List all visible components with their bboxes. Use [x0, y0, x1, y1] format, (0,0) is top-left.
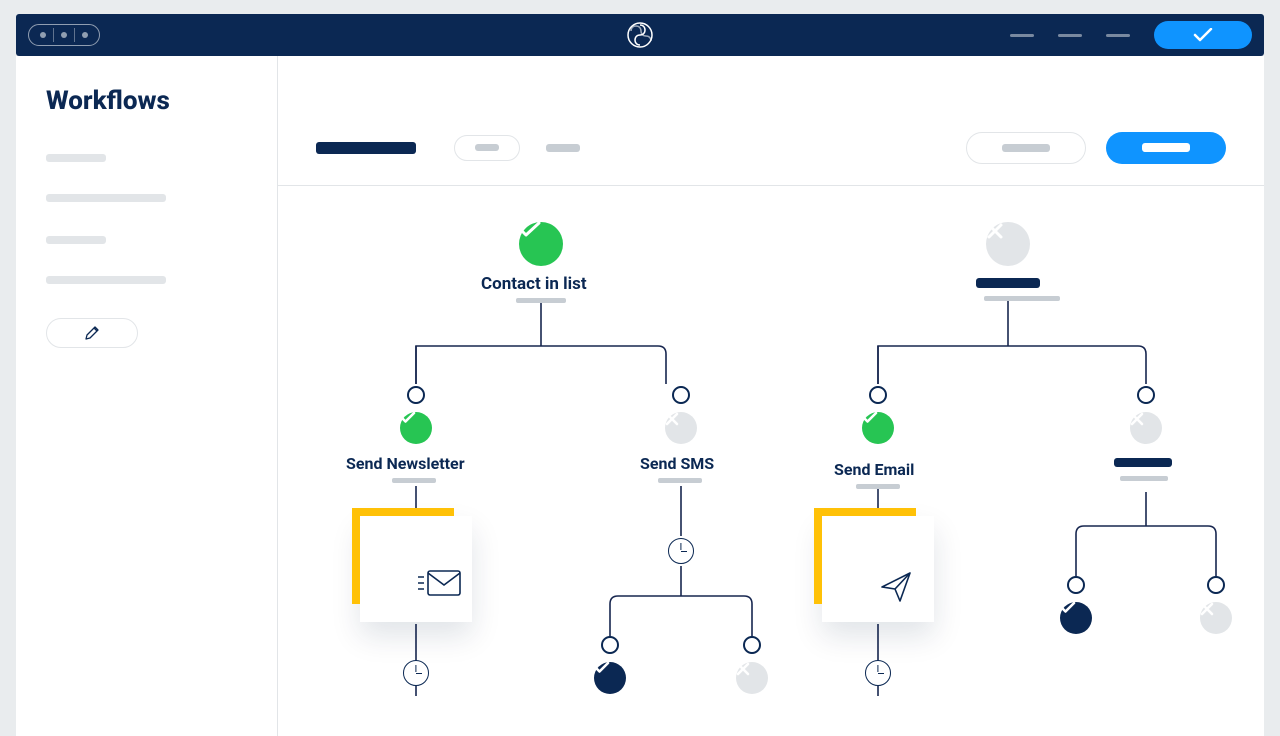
terminal-badge-no[interactable]: [736, 662, 768, 694]
x-icon: [986, 222, 1004, 240]
brand-logo: [626, 21, 654, 49]
node-label-redacted: [976, 278, 1040, 288]
step-badge-no[interactable]: [1130, 412, 1162, 444]
node-subtitle: [392, 478, 436, 483]
x-icon: [736, 662, 750, 676]
window-controls[interactable]: [28, 24, 100, 46]
branch-connector: [407, 386, 425, 404]
app-top-bar: [16, 14, 1264, 56]
check-icon: [594, 662, 610, 674]
node-subtitle: [856, 484, 900, 489]
tab-small[interactable]: [546, 144, 580, 152]
topbar-action-1[interactable]: [1010, 34, 1034, 37]
branch-connector: [869, 386, 887, 404]
primary-button[interactable]: [1106, 132, 1226, 164]
tab-active[interactable]: [316, 142, 416, 154]
sidebar-title: Workflows: [46, 86, 247, 116]
edit-button[interactable]: [46, 318, 138, 348]
pencil-icon: [84, 325, 100, 341]
action-card-email[interactable]: [822, 516, 934, 622]
delay-node[interactable]: [668, 538, 694, 564]
branch-connector: [1207, 576, 1225, 594]
terminal-badge-no[interactable]: [1200, 602, 1232, 634]
node-label: Send Email: [834, 460, 914, 479]
tab-chip[interactable]: [454, 135, 520, 161]
check-icon: [400, 412, 416, 424]
delay-node[interactable]: [865, 660, 891, 686]
x-icon: [1130, 412, 1144, 426]
node-subtitle: [658, 478, 702, 483]
node-label: Send Newsletter: [346, 454, 465, 473]
terminal-badge-yes[interactable]: [1060, 602, 1092, 634]
branch-connector: [601, 636, 619, 654]
node-subtitle: [984, 296, 1060, 301]
terminal-badge-yes[interactable]: [594, 662, 626, 694]
sidebar-item[interactable]: [46, 236, 247, 284]
check-icon: [862, 412, 878, 424]
branch-connector: [1137, 386, 1155, 404]
trigger-badge[interactable]: [519, 222, 563, 266]
check-icon: [519, 222, 541, 238]
sidebar-item[interactable]: [46, 154, 247, 202]
node-subtitle: [516, 298, 566, 303]
section-header: [278, 56, 1264, 186]
secondary-button[interactable]: [966, 132, 1086, 164]
x-icon: [1200, 602, 1214, 616]
branch-connector: [672, 386, 690, 404]
branch-connector: [1067, 576, 1085, 594]
step-badge-no[interactable]: [665, 412, 697, 444]
step-badge-yes[interactable]: [862, 412, 894, 444]
topbar-action-3[interactable]: [1106, 34, 1130, 37]
workflow-canvas[interactable]: Contact in list Send Newsletter: [278, 186, 1264, 736]
action-card-newsletter[interactable]: [360, 516, 472, 622]
node-label: Send SMS: [640, 454, 714, 473]
branch-connector: [743, 636, 761, 654]
sidebar: Workflows: [16, 56, 278, 736]
x-icon: [665, 412, 679, 426]
node-label-redacted: [1114, 458, 1172, 467]
check-icon: [1060, 602, 1076, 614]
trigger-badge-disabled[interactable]: [986, 222, 1030, 266]
node-subtitle: [1120, 476, 1168, 481]
delay-node[interactable]: [403, 660, 429, 686]
step-badge-yes[interactable]: [400, 412, 432, 444]
topbar-action-2[interactable]: [1058, 34, 1082, 37]
confirm-button[interactable]: [1154, 21, 1252, 49]
node-label: Contact in list: [481, 274, 587, 294]
